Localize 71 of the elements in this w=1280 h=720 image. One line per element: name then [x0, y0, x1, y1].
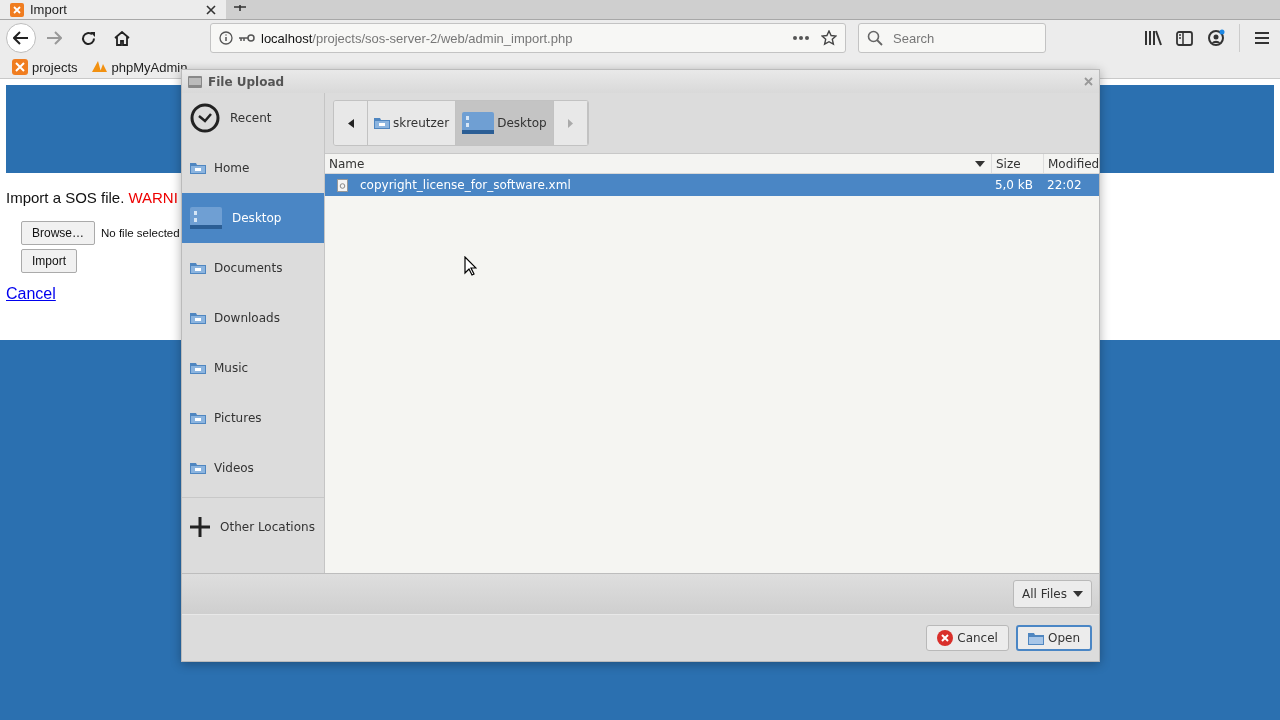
- account-icon[interactable]: [1207, 29, 1225, 47]
- place-item[interactable]: Downloads: [182, 293, 324, 343]
- place-item[interactable]: Recent: [182, 93, 324, 143]
- home-folder-icon: [190, 162, 206, 174]
- path-button[interactable]: Desktop: [456, 101, 554, 145]
- close-icon[interactable]: [206, 4, 216, 15]
- folder-icon: [190, 362, 206, 374]
- reload-icon: [80, 30, 96, 46]
- new-tab-icon[interactable]: [234, 5, 246, 11]
- window-icon: [188, 75, 202, 88]
- column-header[interactable]: Name: [325, 154, 991, 173]
- cancel-link[interactable]: Cancel: [6, 285, 56, 303]
- place-item[interactable]: Videos: [182, 443, 324, 493]
- home-folder-icon: [374, 117, 390, 129]
- column-header[interactable]: Modified: [1043, 154, 1099, 173]
- house-icon: [114, 30, 130, 46]
- import-instruction: Import a SOS file.: [6, 189, 125, 208]
- place-item[interactable]: Other Locations: [182, 502, 324, 552]
- info-icon: [219, 31, 233, 45]
- file-type-dropdown[interactable]: All Files: [1012, 580, 1092, 608]
- more-dots-icon[interactable]: [793, 36, 809, 40]
- folder-icon: [190, 462, 206, 474]
- open-folder-icon: [1027, 631, 1044, 645]
- search-field[interactable]: Search: [858, 23, 1046, 53]
- cancel-button[interactable]: Cancel: [926, 625, 1009, 651]
- place-item[interactable]: Music: [182, 343, 324, 393]
- url-text: localhost/projects/sos-server-2/web/admin_import.php: [261, 30, 574, 46]
- desktop-icon: [190, 206, 222, 230]
- dialog-title: File Upload: [208, 74, 286, 89]
- desktop-icon: [462, 111, 495, 135]
- address-bar[interactable]: localhost/projects/sos-server-2/web/admin_import.php: [210, 23, 846, 53]
- sort-arrow-icon: [975, 160, 985, 167]
- place-item[interactable]: Documents: [182, 243, 324, 293]
- plus-icon: [190, 517, 210, 537]
- bookmark-link[interactable]: projects: [12, 59, 78, 75]
- menu-icon[interactable]: [1254, 31, 1270, 45]
- browser-tab[interactable]: Import: [0, 0, 226, 19]
- place-item[interactable]: Home: [182, 143, 324, 193]
- warning-text: WARNI: [128, 189, 178, 208]
- key-icon: [239, 34, 255, 42]
- right-triangle-icon: [567, 118, 573, 128]
- document-icon: [337, 178, 348, 192]
- caret-icon: [1073, 591, 1083, 597]
- file-row[interactable]: copyright_license_for_software.xml 5,0 kB 22:02: [325, 174, 1099, 196]
- folder-icon: [190, 312, 206, 324]
- search-icon: [867, 30, 883, 46]
- search-input[interactable]: Search: [891, 29, 1025, 47]
- sail-logo-icon: [89, 60, 108, 74]
- mouse-pointer-icon: [464, 256, 477, 276]
- cancel-circle-icon: [937, 630, 954, 646]
- import-button[interactable]: Import: [21, 249, 77, 273]
- star-icon[interactable]: [821, 30, 837, 46]
- folder-icon: [190, 412, 206, 424]
- place-item[interactable]: Desktop: [182, 193, 324, 243]
- folder-icon: [190, 262, 206, 274]
- left-triangle-icon: [347, 118, 354, 128]
- bookmark-link[interactable]: phpMyAdmin: [89, 59, 188, 75]
- forward-arrow-icon: [46, 31, 62, 45]
- xampp-icon: [12, 59, 28, 75]
- file-status: No file selected: [101, 227, 180, 239]
- back-arrow-icon: [13, 31, 29, 45]
- tab-title: Import: [30, 2, 68, 17]
- column-header[interactable]: Size: [991, 154, 1043, 173]
- sidebar-icon[interactable]: [1176, 30, 1193, 46]
- library-icon[interactable]: [1144, 30, 1162, 46]
- place-item[interactable]: Pictures: [182, 393, 324, 443]
- browse-button[interactable]: Browse…: [21, 221, 95, 245]
- open-button[interactable]: Open: [1015, 625, 1092, 651]
- back-button[interactable]: [6, 23, 36, 53]
- path-button[interactable]: skreutzer: [368, 101, 457, 145]
- xampp-icon: [10, 2, 24, 17]
